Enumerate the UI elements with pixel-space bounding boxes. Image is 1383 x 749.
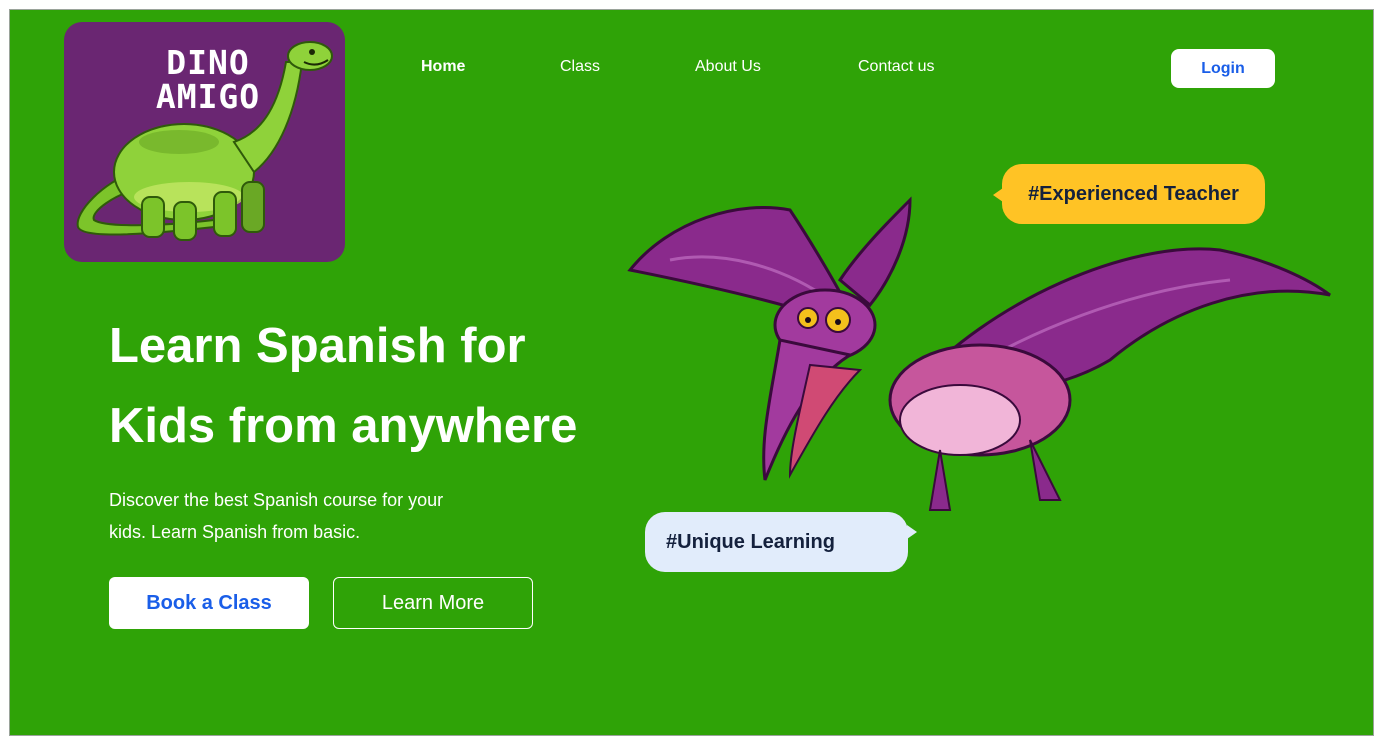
nav-item-home[interactable]: Home (421, 58, 465, 76)
main-nav: Home Class About Us Contact us (10, 58, 1373, 78)
hero-title-line2: Kids from anywhere (109, 399, 578, 453)
logo-text: DINO AMIGO (138, 46, 278, 114)
nav-item-class[interactable]: Class (560, 58, 600, 76)
experienced-teacher-badge: #Experienced Teacher (993, 164, 1265, 224)
learn-more-button[interactable]: Learn More (333, 577, 533, 629)
hero-subtitle: Discover the best Spanish course for you… (109, 484, 509, 548)
hero-title: Learn Spanish for Kids from anywhere (109, 306, 649, 466)
nav-item-about-us[interactable]: About Us (695, 58, 761, 76)
hero-subtitle-line1: Discover the best Spanish course for you… (109, 490, 444, 510)
book-class-button[interactable]: Book a Class (109, 577, 309, 629)
pterodactyl-illustration (627, 196, 1331, 511)
hero-title-line1: Learn Spanish for (109, 319, 526, 373)
unique-learning-badge: #Unique Learning (645, 512, 917, 572)
page-frame: DINO AMIGO Home Class About Us Contact u… (9, 9, 1374, 736)
hero-subtitle-line2: kids. Learn Spanish from basic. (109, 522, 361, 542)
nav-item-contact-us[interactable]: Contact us (858, 58, 934, 76)
logo-line2: AMIGO (155, 77, 261, 116)
login-button[interactable]: Login (1171, 49, 1275, 88)
